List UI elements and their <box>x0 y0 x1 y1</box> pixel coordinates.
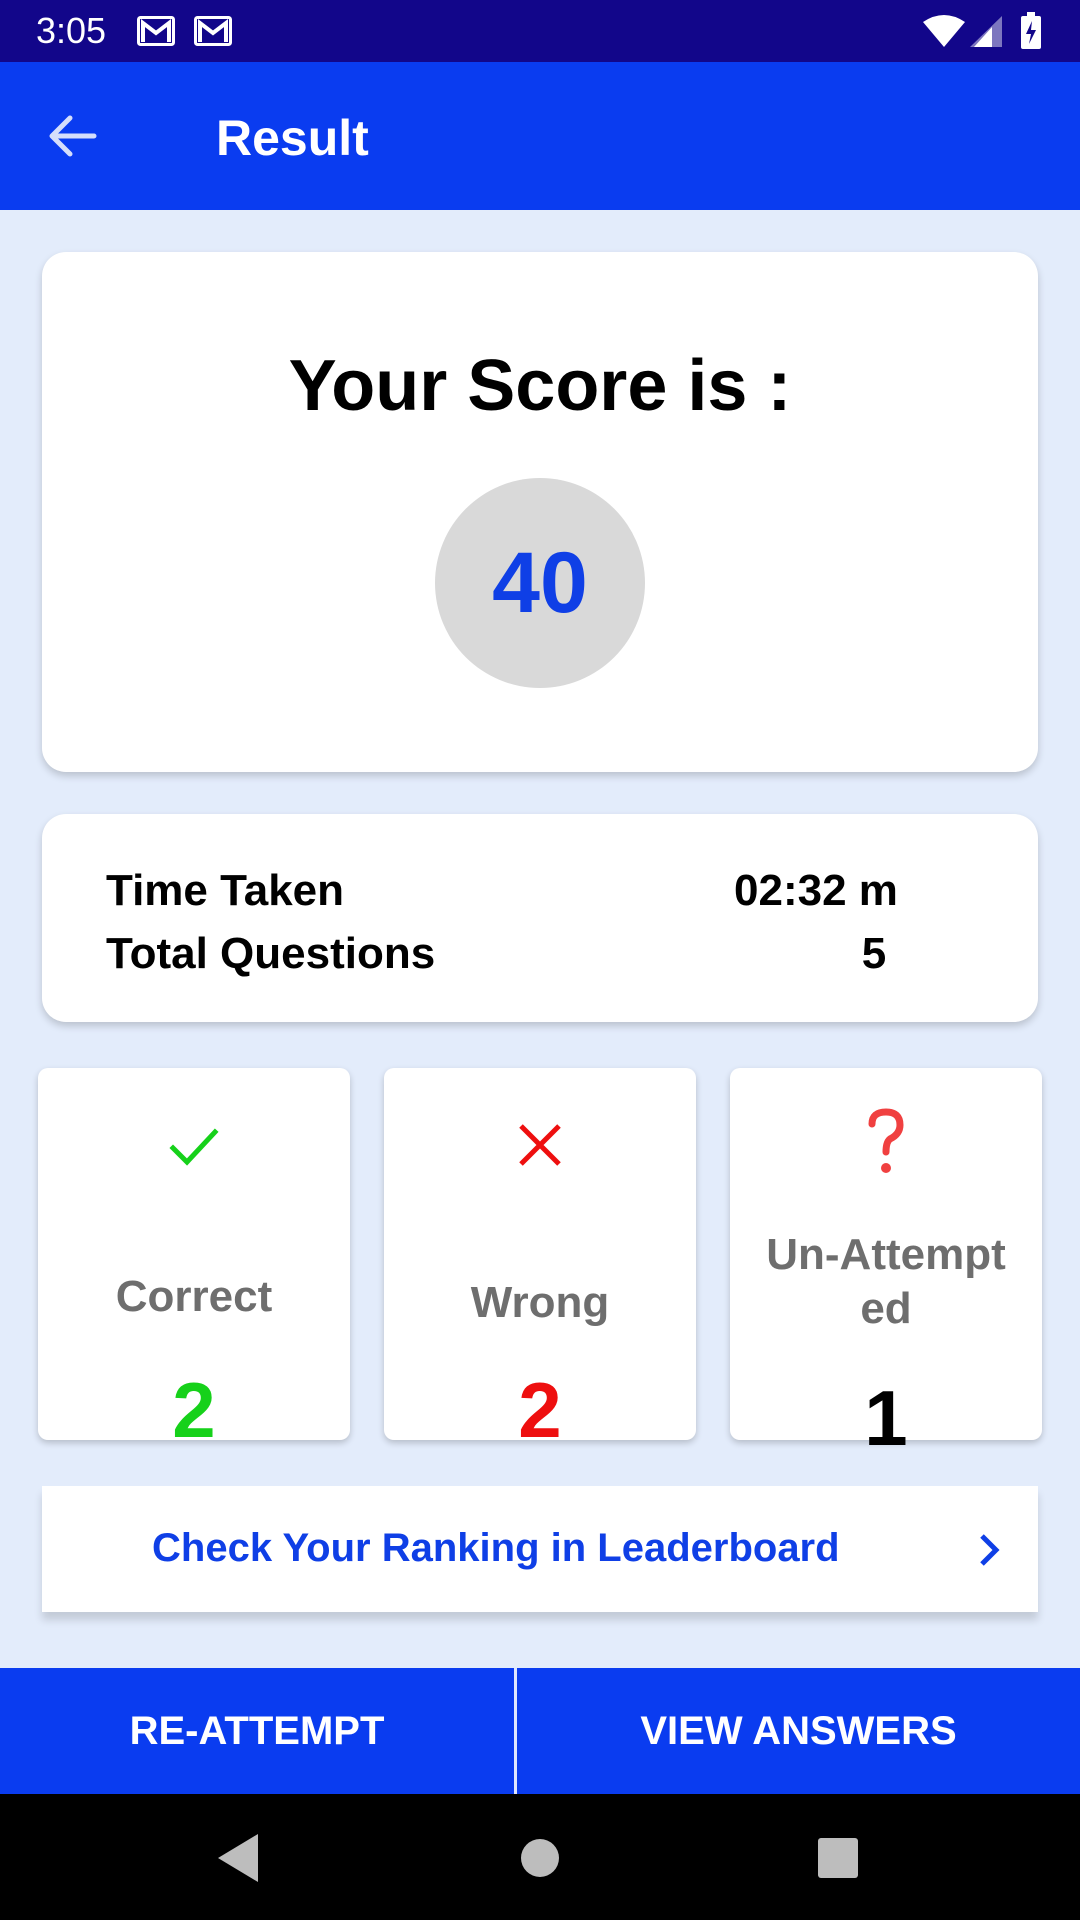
gmail-icon <box>194 16 232 46</box>
unattempted-label-line2: ed <box>860 1284 912 1333</box>
unattempted-count: 1 <box>864 1374 908 1462</box>
view-answers-button[interactable]: VIEW ANSWERS <box>517 1668 1080 1794</box>
recents-square-icon[interactable] <box>810 1830 866 1886</box>
home-circle-icon[interactable] <box>512 1830 568 1886</box>
score-heading: Your Score is : <box>288 346 792 426</box>
correct-label: Correct <box>115 1272 273 1321</box>
score-circle: 40 <box>435 478 645 688</box>
arrow-back-icon[interactable] <box>46 112 98 160</box>
wrong-count: 2 <box>518 1366 562 1454</box>
status-bar: 3:05 <box>0 0 1080 62</box>
chevron-right-icon <box>980 1534 1000 1566</box>
leaderboard-button[interactable]: Check Your Ranking in Leaderboard <box>42 1486 1038 1612</box>
cross-icon <box>519 1124 561 1166</box>
reattempt-button[interactable]: RE-ATTEMPT <box>0 1668 514 1794</box>
unattempted-card: Un-Attempt ed 1 <box>730 1068 1042 1460</box>
system-nav-bar <box>0 1794 1080 1920</box>
wrong-label: Wrong <box>470 1278 610 1327</box>
battery-charging-icon <box>1021 12 1041 49</box>
unattempted-label-line1: Un-Attempt <box>766 1230 1006 1279</box>
gmail-icon <box>137 16 175 46</box>
status-time: 3:05 <box>36 10 107 51</box>
time-taken-value: 02:32 m <box>734 866 898 915</box>
score-value: 40 <box>492 534 588 631</box>
back-triangle-icon[interactable] <box>210 1830 266 1886</box>
leaderboard-label: Check Your Ranking in Leaderboard <box>152 1526 840 1570</box>
wrong-card: Wrong 2 <box>384 1068 696 1452</box>
score-card: Your Score is : 40 <box>42 252 1038 772</box>
wifi-icon <box>923 15 965 47</box>
question-icon <box>868 1108 904 1173</box>
signal-icon <box>970 16 1002 47</box>
bottom-action-bar: RE-ATTEMPT VIEW ANSWERS <box>0 1668 1080 1794</box>
total-questions-label: Total Questions <box>106 929 436 978</box>
time-taken-label: Time Taken <box>106 866 345 915</box>
total-questions-value: 5 <box>861 929 887 978</box>
check-icon <box>169 1128 219 1166</box>
correct-count: 2 <box>172 1366 216 1454</box>
app-bar: Result <box>0 62 1080 210</box>
correct-card: Correct 2 <box>38 1068 350 1452</box>
summary-card: Time Taken 02:32 m Total Questions 5 <box>42 814 1038 1022</box>
page-title: Result <box>216 110 369 166</box>
